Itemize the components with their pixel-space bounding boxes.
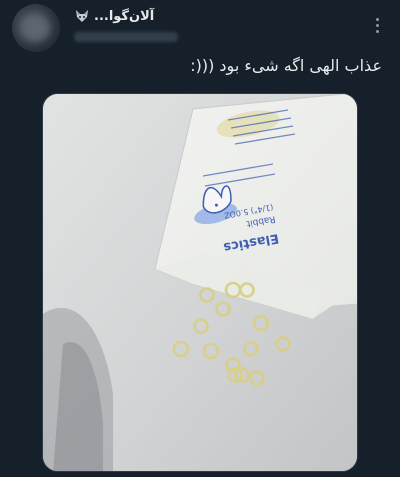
display-name: آلان‌گوا... [94, 8, 155, 24]
handle-blurred[interactable] [74, 32, 178, 42]
avatar-blur [20, 14, 50, 42]
fox-emoji-icon [74, 8, 90, 24]
more-vertical-icon[interactable] [374, 18, 380, 38]
tweet-view: آلان‌گوا... عذاب الهی اگه شیء بود (((: [0, 0, 400, 477]
tweet-header: آلان‌گوا... [74, 6, 194, 46]
tweet-text: عذاب الهی اگه شیء بود (((: [190, 56, 382, 75]
photo-image: Elastics Rabbit (1/4") 5.0OZ [43, 94, 357, 471]
display-name-row[interactable]: آلان‌گوا... [74, 6, 194, 26]
avatar[interactable] [12, 4, 60, 52]
handle-text [74, 32, 75, 33]
tweet-photo[interactable]: Elastics Rabbit (1/4") 5.0OZ [42, 93, 358, 472]
